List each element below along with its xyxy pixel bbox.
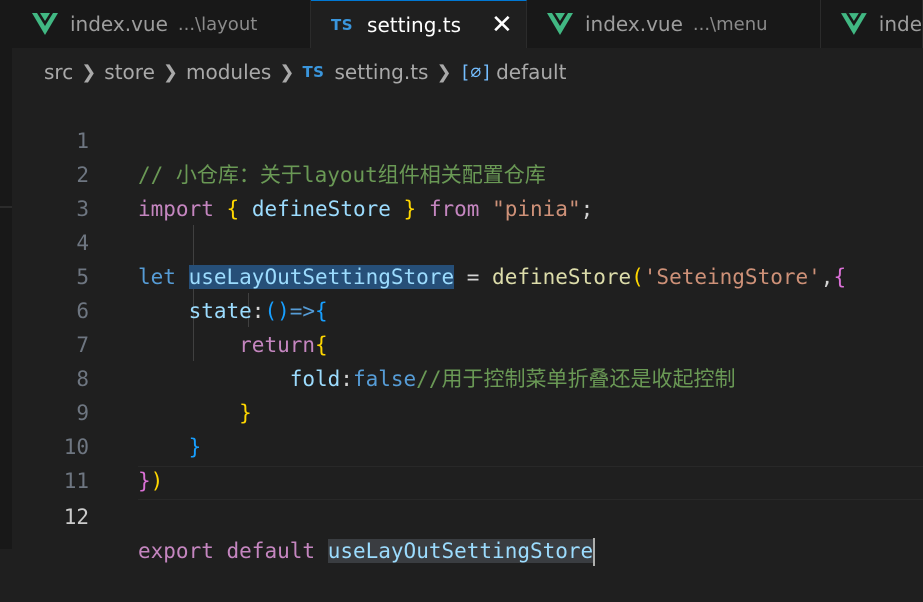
code-line: 7 fold:false//用于控制菜单折叠还是收起控制 xyxy=(12,294,923,391)
code-line: 8 } xyxy=(12,328,923,425)
vue-icon xyxy=(841,13,867,35)
identifier: useLayOutSettingStore xyxy=(327,539,594,563)
code-line: 3 xyxy=(12,158,923,221)
tab-description: ...\menu xyxy=(692,13,768,35)
vue-icon xyxy=(547,13,573,35)
chevron-right-icon: ❯ xyxy=(436,61,452,83)
ts-icon: TS xyxy=(331,15,354,34)
ts-icon: TS xyxy=(302,63,325,81)
breadcrumb-item-file[interactable]: setting.ts xyxy=(335,60,429,84)
code-line: 10 }) xyxy=(12,396,923,493)
text-cursor xyxy=(593,538,596,566)
chevron-right-icon: ❯ xyxy=(81,61,97,83)
editor-tab-bar: index.vue ...\layout TS setting.ts ✕ ind… xyxy=(12,0,923,48)
breadcrumb: src ❯ store ❯ modules ❯ TS setting.ts ❯ … xyxy=(44,58,566,86)
tab-description: ...\layout xyxy=(177,13,258,35)
symbol-variable-icon: [⌀] xyxy=(459,61,493,83)
code-line: 1 // 小仓库：关于layout组件相关配置仓库 xyxy=(12,90,923,187)
tab-index-vue-menu[interactable]: index.vue ...\menu xyxy=(527,0,821,48)
breadcrumb-item-store[interactable]: store xyxy=(104,60,155,84)
activity-bar-edge xyxy=(0,0,12,549)
code-line: 4 let useLayOutSettingStore = defineStor… xyxy=(12,192,923,289)
tab-setting-ts[interactable]: TS setting.ts ✕ xyxy=(311,0,527,48)
code-line: 5 state:()=>{ xyxy=(12,226,923,323)
code-editor[interactable]: 1 // 小仓库：关于layout组件相关配置仓库 2 import { def… xyxy=(12,90,923,566)
chevron-right-icon: ❯ xyxy=(162,61,178,83)
tab-label: inde xyxy=(878,12,922,36)
tab-label: index.vue xyxy=(585,12,683,36)
code-line: 2 import { defineStore } from "pinia"; xyxy=(12,124,923,221)
tab-index-vue-layout[interactable]: index.vue ...\layout xyxy=(12,0,311,48)
code-line: 11 xyxy=(12,430,923,493)
tab-label: setting.ts xyxy=(367,12,462,37)
chevron-right-icon: ❯ xyxy=(279,61,295,83)
keyword: default xyxy=(226,539,316,563)
breadcrumb-item-symbol[interactable]: default xyxy=(496,60,566,84)
code-line: 9 } xyxy=(12,362,923,459)
breadcrumb-item-modules[interactable]: modules xyxy=(186,60,271,84)
code-line: 12 export default useLayOutSettingStore xyxy=(12,466,923,566)
keyword: export xyxy=(138,539,214,563)
code-line: 6 return{ xyxy=(12,260,923,357)
divider xyxy=(0,206,12,208)
close-icon[interactable]: ✕ xyxy=(491,12,513,38)
breadcrumb-item-src[interactable]: src xyxy=(44,60,73,84)
tab-label: index.vue xyxy=(70,12,168,36)
line-number: 12 xyxy=(63,505,89,529)
tab-index-partial[interactable]: inde xyxy=(821,0,923,48)
vue-icon xyxy=(32,13,58,35)
